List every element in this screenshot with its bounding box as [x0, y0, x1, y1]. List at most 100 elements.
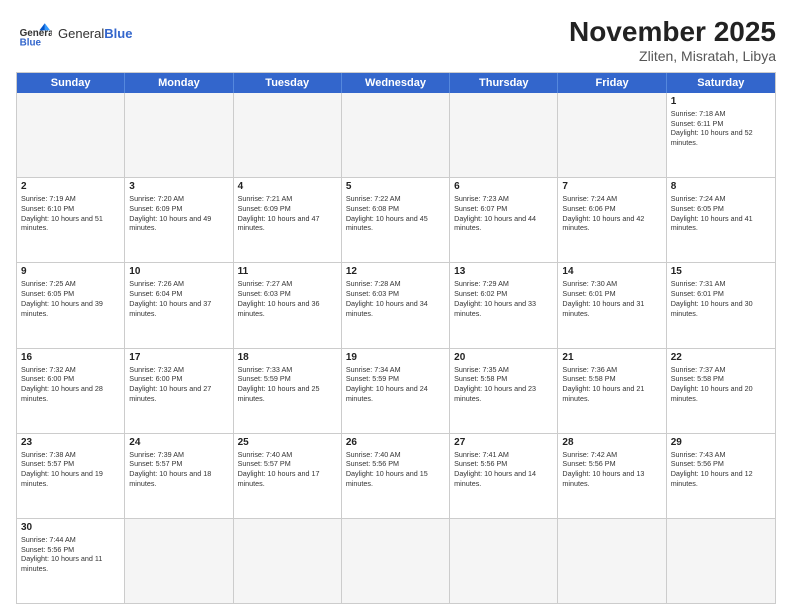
day-number: 1	[671, 96, 771, 107]
day-cell-10: 10 Sunrise: 7:26 AMSunset: 6:04 PMDayligh…	[125, 263, 233, 347]
day-number: 28	[562, 437, 661, 448]
day-info: Sunrise: 7:32 AMSunset: 6:00 PMDaylight:…	[21, 365, 120, 404]
day-cell-18: 18 Sunrise: 7:33 AMSunset: 5:59 PMDayligh…	[234, 349, 342, 433]
day-info: Sunrise: 7:23 AMSunset: 6:07 PMDaylight:…	[454, 194, 553, 233]
calendar-row-1: 2 Sunrise: 7:19 AMSunset: 6:10 PMDaylight…	[17, 177, 775, 262]
day-info: Sunrise: 7:28 AMSunset: 6:03 PMDaylight:…	[346, 279, 445, 318]
day-number: 9	[21, 266, 120, 277]
day-info: Sunrise: 7:20 AMSunset: 6:09 PMDaylight:…	[129, 194, 228, 233]
day-cell-7: 7 Sunrise: 7:24 AMSunset: 6:06 PMDaylight…	[558, 178, 666, 262]
day-info: Sunrise: 7:19 AMSunset: 6:10 PMDaylight:…	[21, 194, 120, 233]
empty-cell	[450, 519, 558, 603]
svg-text:Blue: Blue	[20, 38, 42, 49]
empty-cell	[234, 93, 342, 177]
day-number: 12	[346, 266, 445, 277]
day-cell-16: 16 Sunrise: 7:32 AMSunset: 6:00 PMDayligh…	[17, 349, 125, 433]
day-number: 7	[562, 181, 661, 192]
empty-cell	[17, 93, 125, 177]
day-number: 2	[21, 181, 120, 192]
empty-cell	[342, 519, 450, 603]
day-cell-3: 3Sunrise: 7:20 AMSunset: 6:09 PMDaylight…	[125, 178, 233, 262]
day-number: 25	[238, 437, 337, 448]
header-sunday: Sunday	[17, 73, 125, 93]
day-number: 10	[129, 266, 228, 277]
empty-cell	[558, 519, 666, 603]
calendar-body: 1 Sunrise: 7:18 AMSunset: 6:11 PMDaylight…	[17, 93, 775, 603]
day-cell-6: 6Sunrise: 7:23 AMSunset: 6:07 PMDaylight…	[450, 178, 558, 262]
day-cell-9: 9 Sunrise: 7:25 AMSunset: 6:05 PMDaylight…	[17, 263, 125, 347]
day-number: 5	[346, 181, 445, 192]
calendar-row-4: 23 Sunrise: 7:38 AMSunset: 5:57 PMDayligh…	[17, 433, 775, 518]
day-number: 18	[238, 352, 337, 363]
day-cell-21: 21Sunrise: 7:36 AMSunset: 5:58 PMDayligh…	[558, 349, 666, 433]
day-cell-13: 13 Sunrise: 7:29 AMSunset: 6:02 PMDayligh…	[450, 263, 558, 347]
page: General Blue GeneralBlue November 2025 Z…	[0, 0, 792, 612]
day-number: 4	[238, 181, 337, 192]
calendar-row-2: 9 Sunrise: 7:25 AMSunset: 6:05 PMDaylight…	[17, 262, 775, 347]
day-number: 19	[346, 352, 445, 363]
day-info: Sunrise: 7:26 AMSunset: 6:04 PMDaylight:…	[129, 279, 228, 318]
calendar-header: Sunday Monday Tuesday Wednesday Thursday…	[17, 73, 775, 93]
day-number: 14	[562, 266, 661, 277]
empty-cell	[234, 519, 342, 603]
day-cell-19: 19Sunrise: 7:34 AMSunset: 5:59 PMDayligh…	[342, 349, 450, 433]
logo-text: GeneralBlue	[58, 26, 132, 42]
empty-cell	[125, 519, 233, 603]
logo: General Blue GeneralBlue	[16, 16, 132, 52]
day-info: Sunrise: 7:37 AMSunset: 5:58 PMDaylight:…	[671, 365, 771, 404]
day-info: Sunrise: 7:35 AMSunset: 5:58 PMDaylight:…	[454, 365, 553, 404]
day-number: 21	[562, 352, 661, 363]
header-wednesday: Wednesday	[342, 73, 450, 93]
day-number: 20	[454, 352, 553, 363]
calendar-row-0: 1 Sunrise: 7:18 AMSunset: 6:11 PMDaylight…	[17, 93, 775, 177]
day-info: Sunrise: 7:18 AMSunset: 6:11 PMDaylight:…	[671, 109, 771, 148]
day-info: Sunrise: 7:22 AMSunset: 6:08 PMDaylight:…	[346, 194, 445, 233]
day-info: Sunrise: 7:41 AMSunset: 5:56 PMDaylight:…	[454, 450, 553, 489]
day-info: Sunrise: 7:42 AMSunset: 5:56 PMDaylight:…	[562, 450, 661, 489]
day-info: Sunrise: 7:24 AMSunset: 6:05 PMDaylight:…	[671, 194, 771, 233]
day-info: Sunrise: 7:21 AMSunset: 6:09 PMDaylight:…	[238, 194, 337, 233]
day-cell-23: 23 Sunrise: 7:38 AMSunset: 5:57 PMDayligh…	[17, 434, 125, 518]
day-info: Sunrise: 7:40 AMSunset: 5:57 PMDaylight:…	[238, 450, 337, 489]
day-cell-2: 2 Sunrise: 7:19 AMSunset: 6:10 PMDaylight…	[17, 178, 125, 262]
day-number: 30	[21, 522, 120, 533]
day-info: Sunrise: 7:39 AMSunset: 5:57 PMDaylight:…	[129, 450, 228, 489]
day-info: Sunrise: 7:27 AMSunset: 6:03 PMDaylight:…	[238, 279, 337, 318]
empty-cell	[667, 519, 775, 603]
day-cell-30: 30 Sunrise: 7:44 AMSunset: 5:56 PMDayligh…	[17, 519, 125, 603]
day-info: Sunrise: 7:33 AMSunset: 5:59 PMDaylight:…	[238, 365, 337, 404]
day-info: Sunrise: 7:24 AMSunset: 6:06 PMDaylight:…	[562, 194, 661, 233]
day-info: Sunrise: 7:29 AMSunset: 6:02 PMDaylight:…	[454, 279, 553, 318]
empty-cell	[125, 93, 233, 177]
day-info: Sunrise: 7:25 AMSunset: 6:05 PMDaylight:…	[21, 279, 120, 318]
day-number: 23	[21, 437, 120, 448]
day-number: 16	[21, 352, 120, 363]
day-cell-28: 28 Sunrise: 7:42 AMSunset: 5:56 PMDayligh…	[558, 434, 666, 518]
day-cell-29: 29Sunrise: 7:43 AMSunset: 5:56 PMDayligh…	[667, 434, 775, 518]
calendar-row-3: 16 Sunrise: 7:32 AMSunset: 6:00 PMDayligh…	[17, 348, 775, 433]
day-number: 26	[346, 437, 445, 448]
day-info: Sunrise: 7:32 AMSunset: 6:00 PMDaylight:…	[129, 365, 228, 404]
calendar-row-5: 30 Sunrise: 7:44 AMSunset: 5:56 PMDayligh…	[17, 518, 775, 603]
title-block: November 2025 Zliten, Misratah, Libya	[569, 16, 776, 64]
day-cell-1: 1 Sunrise: 7:18 AMSunset: 6:11 PMDaylight…	[667, 93, 775, 177]
empty-cell	[558, 93, 666, 177]
day-cell-27: 27Sunrise: 7:41 AMSunset: 5:56 PMDayligh…	[450, 434, 558, 518]
day-number: 17	[129, 352, 228, 363]
header-friday: Friday	[558, 73, 666, 93]
day-info: Sunrise: 7:30 AMSunset: 6:01 PMDaylight:…	[562, 279, 661, 318]
header-tuesday: Tuesday	[234, 73, 342, 93]
month-title: November 2025	[569, 16, 776, 48]
empty-cell	[342, 93, 450, 177]
day-number: 13	[454, 266, 553, 277]
day-cell-17: 17 Sunrise: 7:32 AMSunset: 6:00 PMDayligh…	[125, 349, 233, 433]
day-info: Sunrise: 7:38 AMSunset: 5:57 PMDaylight:…	[21, 450, 120, 489]
day-info: Sunrise: 7:44 AMSunset: 5:56 PMDaylight:…	[21, 535, 120, 574]
day-cell-5: 5 Sunrise: 7:22 AMSunset: 6:08 PMDaylight…	[342, 178, 450, 262]
calendar: Sunday Monday Tuesday Wednesday Thursday…	[16, 72, 776, 604]
day-number: 29	[671, 437, 771, 448]
day-number: 24	[129, 437, 228, 448]
header: General Blue GeneralBlue November 2025 Z…	[16, 16, 776, 64]
day-cell-24: 24 Sunrise: 7:39 AMSunset: 5:57 PMDayligh…	[125, 434, 233, 518]
empty-cell	[450, 93, 558, 177]
